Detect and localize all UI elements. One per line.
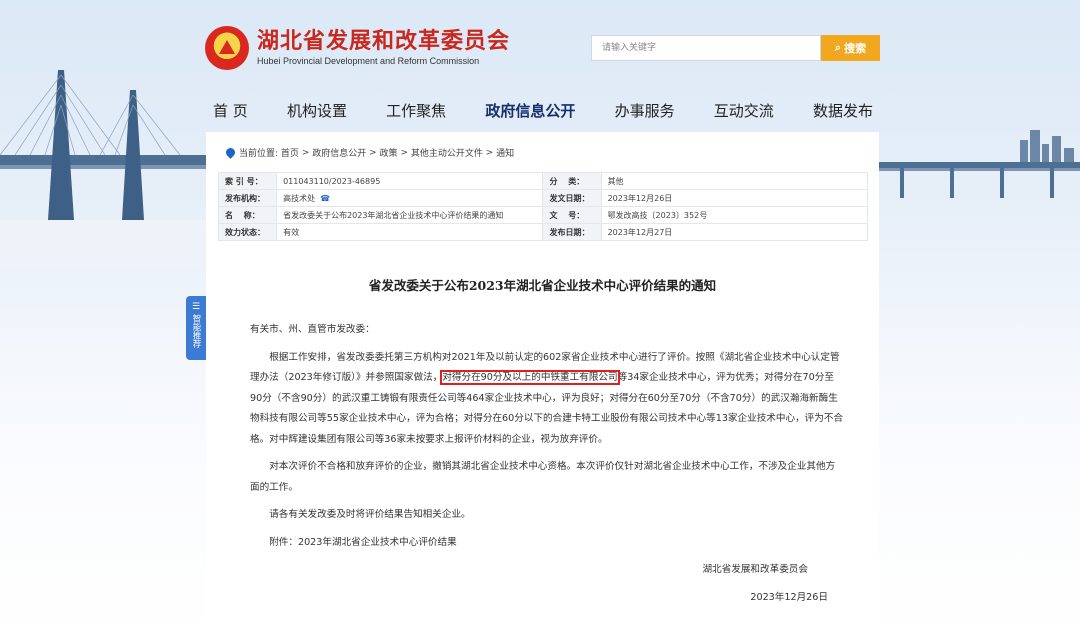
publish-date-label: 发布日期： [542,223,602,241]
document-metadata-table: 索 引 号： 011043110/2023-46895 分 类： 其他 发布机构… [217,172,869,241]
national-emblem-icon [205,26,249,70]
search-button-label: 搜索 [844,42,867,55]
smart-recommend-label: 智能推荐 [191,314,201,348]
breadcrumb-separator: > [301,147,310,158]
search-input[interactable]: 请输入关键字 [591,35,821,61]
publisher-label: 发布机构： [217,189,278,207]
name-value: 省发改委关于公布2023年湖北省企业技术中心评价结果的通知 [276,206,544,224]
publisher-value: 高技术处 [283,193,316,203]
paragraph-1: 根据工作安排，省发改委委托第三方机构对2021年及以前认定的602家省企业技术中… [250,348,844,451]
docno-label: 文 号： [542,206,602,224]
breadcrumb-home[interactable]: 首页 [281,146,299,159]
breadcrumb-notice[interactable]: 通知 [496,146,514,159]
site-title-en: Hubei Provincial Development and Reform … [257,56,480,66]
status-value: 有效 [276,223,544,241]
breadcrumb-label: 当前位置: [239,149,279,159]
breadcrumb-other-files[interactable]: 其他主动公开文件 [411,146,483,159]
nav-item-services[interactable]: 办事服务 [615,99,675,123]
paragraph-3: 请各有关发改委及时将评价结果告知相关企业。 [269,509,471,520]
attachment-link[interactable]: 附件：2023年湖北省企业技术中心评价结果 [250,533,844,554]
publish-date-value: 2023年12月27日 [600,223,869,241]
article-card: 当前位置: 首页 > 政府信息公开 > 政策 > 其他主动公开文件 > 通知 索… [206,132,879,643]
issue-date-label: 发文日期： [542,189,602,207]
breadcrumb-gov-info[interactable]: 政府信息公开 [312,146,366,159]
list-icon: ☰ [191,302,201,312]
bridge-illustration-right [870,130,1080,198]
docno-value: 鄂发改高技〔2023〕352号 [600,206,869,224]
category-value: 其他 [600,172,869,190]
bridge-illustration-left [0,70,210,270]
signer: 湖北省发展和改革委员会 [702,564,808,575]
nav-item-work-focus[interactable]: 工作聚焦 [386,99,446,123]
nav-item-gov-info[interactable]: 政府信息公开 [485,99,575,123]
salutation: 有关市、州、直管市发改委： [250,324,375,335]
paragraph-2: 对本次评价不合格和放弃评价的企业，撤销其湖北省企业技术中心资格。本次评价仅针对湖… [250,461,836,493]
nav-item-data[interactable]: 数据发布 [813,99,873,123]
status-label: 效力状态： [217,223,278,241]
breadcrumb-separator: > [369,147,377,158]
document-body: 有关市、州、直管市发改委： 根据工作安排，省发改委委托第三方机构对2021年及以… [250,320,844,608]
phone-icon[interactable]: ☎ [320,194,330,203]
site-logo[interactable]: 湖北省发展和改革委员会 Hubei Provincial Development… [205,26,510,70]
main-nav: 首 页 机构设置 工作聚焦 政府信息公开 办事服务 互动交流 数据发布 [213,99,873,123]
issue-date-value: 2023年12月26日 [600,189,869,207]
breadcrumb-separator: > [400,147,408,158]
document-title: 省发改委关于公布2023年湖北省企业技术中心评价结果的通知 [368,278,717,293]
site-title-cn: 湖北省发展和改革委员会 [257,28,511,54]
nav-item-home[interactable]: 首 页 [213,99,248,123]
nav-item-interaction[interactable]: 互动交流 [714,99,774,123]
location-pin-icon [224,146,237,159]
breadcrumb: 当前位置: 首页 > 政府信息公开 > 政策 > 其他主动公开文件 > 通知 [224,146,514,159]
smart-recommend-tab[interactable]: ☰ 智能推荐 [186,296,206,360]
nav-item-organization[interactable]: 机构设置 [287,99,347,123]
breadcrumb-policy[interactable]: 政策 [380,146,398,159]
highlighted-text: 对得分在90分及以上的中铁重工有限公司 [440,370,620,385]
name-label: 名 称： [217,206,278,224]
search-icon: ⌕ [834,41,842,54]
breadcrumb-separator: > [485,147,494,158]
index-label: 索 引 号： [217,172,278,190]
index-value: 011043110/2023-46895 [276,172,544,190]
sign-date: 2023年12月26日 [750,591,828,603]
category-label: 分 类： [542,172,602,190]
search-button[interactable]: ⌕ 搜索 [821,35,880,61]
